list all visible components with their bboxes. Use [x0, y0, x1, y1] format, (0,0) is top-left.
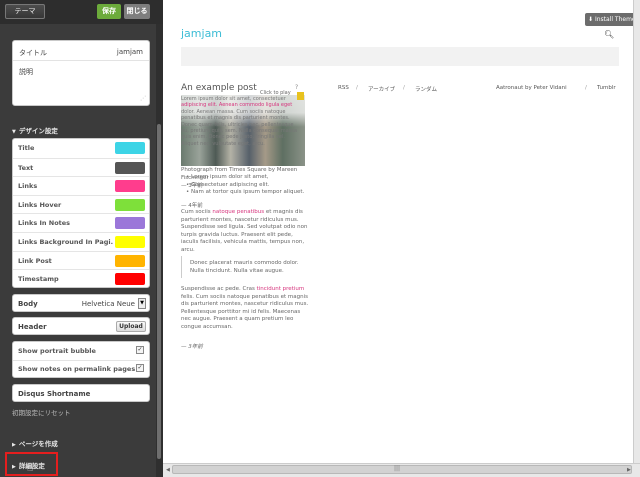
blockquote: Donec placerat mauris commodo dolor. Nul… — [190, 260, 299, 274]
color-swatch[interactable] — [115, 217, 145, 230]
color-label: Links — [18, 182, 38, 191]
body-font-select[interactable]: Helvetica Neue — [82, 300, 135, 308]
flash-badge-icon — [297, 92, 304, 100]
bullet-list: • Lorem ipsum dolor sit amet, • Consecte… — [186, 174, 311, 197]
text-line: penatibus et magnis dis parturient monte… — [181, 115, 290, 122]
design-settings-heading[interactable]: ▼ デザイン設定 — [12, 125, 58, 135]
chevron-down-icon[interactable]: ▼ — [138, 298, 146, 309]
reset-defaults-link[interactable]: 初期設定にリセット — [12, 407, 71, 417]
search-icon[interactable]: 🔍︎ — [604, 30, 614, 39]
theme-button[interactable]: テーマ — [5, 4, 45, 19]
color-row-title[interactable]: Title — [13, 139, 149, 158]
nav-separator: / — [356, 85, 358, 91]
description-field[interactable]: 説明 — [19, 67, 33, 77]
body-font-label: Body — [18, 300, 38, 308]
color-row-link-post[interactable]: Link Post — [13, 250, 149, 270]
nav-rss[interactable]: RSS — [338, 85, 349, 91]
nav-archive[interactable]: アーカイブ — [368, 85, 395, 93]
nav-random[interactable]: ランダム — [415, 85, 437, 93]
post-date[interactable]: — 3年前 — [181, 344, 309, 352]
option-label: Show portrait bubble — [18, 347, 96, 355]
close-button[interactable]: 閉じる — [124, 4, 150, 19]
color-label: Text — [18, 163, 34, 172]
options-card: Show portrait bubble ✓ Show notes on per… — [12, 341, 150, 378]
color-label: Links In Notes — [18, 219, 71, 228]
color-row-text[interactable]: Text — [13, 157, 149, 177]
color-swatch[interactable] — [115, 180, 145, 193]
color-swatch[interactable] — [115, 198, 145, 211]
post-title[interactable]: An example post — [181, 83, 257, 93]
color-swatch[interactable] — [115, 236, 145, 248]
header-label: Header — [18, 323, 47, 331]
checkbox[interactable]: ✓ — [136, 346, 144, 354]
preview-vertical-scrollbar[interactable] — [633, 0, 640, 463]
post-paragraph: Cum sociis natoque penatibus et magnis d… — [181, 209, 308, 253]
resize-grip-icon[interactable]: ⋰ — [140, 95, 146, 102]
title-field[interactable]: jamjam — [117, 48, 143, 56]
scroll-grip-icon: ||| — [394, 465, 401, 472]
credit-author[interactable]: Aatronaut by Peter Vidani — [496, 85, 567, 91]
color-label: Timestamp — [18, 275, 59, 284]
color-row-links-in-notes[interactable]: Links In Notes — [13, 213, 149, 232]
overlapping-text: Lorem ipsum dolor sit amet, consectetuer… — [181, 96, 305, 147]
color-label: Link Post — [18, 256, 52, 265]
click-to-play[interactable]: Click to play — [260, 90, 291, 96]
triangle-down-icon: ▼ — [12, 129, 16, 135]
save-button[interactable]: 保存 — [97, 4, 121, 19]
horizontal-scroll-thumb[interactable] — [172, 465, 632, 474]
color-swatch[interactable] — [115, 161, 145, 174]
option-label: Show notes on permalink pages — [18, 365, 136, 373]
color-settings-card: Title Text Links Links Hover Links In No… — [12, 138, 150, 288]
option-show-portrait-bubble[interactable]: Show portrait bubble ✓ — [13, 342, 149, 360]
color-swatch[interactable] — [115, 273, 145, 286]
text-line: adipiscing elit. Aenean commodo ligula e… — [181, 102, 293, 109]
color-row-links-background[interactable]: Links Background In Pagi... — [13, 232, 149, 251]
body-font-card: Body Helvetica Neue ▼ — [12, 294, 150, 312]
color-row-timestamp[interactable]: Timestamp — [13, 269, 149, 288]
post-paragraph: Suspendisse ac pede. Cras tincidunt pret… — [181, 286, 309, 330]
color-row-links-hover[interactable]: Links Hover — [13, 194, 149, 214]
hand-cursor-icon: ☝ — [27, 463, 34, 474]
title-description-card: タイトル jamjam 説明 ⋰ — [12, 40, 150, 106]
color-label: Links Hover — [18, 200, 62, 209]
install-theme-button[interactable]: ⬇ Install Theme — [585, 13, 637, 26]
list-item: • Consectetuer adipiscing elit. — [186, 181, 270, 188]
inline-link[interactable]: tincidunt pretium — [257, 286, 305, 292]
nav-separator: / — [403, 85, 405, 91]
scroll-left-icon[interactable]: ◀ — [166, 467, 170, 473]
disqus-shortname-field[interactable]: Disqus Shortname — [18, 390, 90, 398]
inline-link[interactable]: natoque penatibus — [212, 209, 264, 215]
list-item: • Nam at tortor quis ipsum tempor alique… — [186, 189, 305, 195]
color-swatch[interactable] — [115, 142, 145, 154]
disqus-card[interactable]: Disqus Shortname — [12, 384, 150, 402]
list-item: • Lorem ipsum dolor sit amet, — [186, 174, 269, 180]
color-label: Links Background In Pagi... — [18, 238, 113, 246]
color-row-links[interactable]: Links — [13, 176, 149, 195]
blockquote-bar — [181, 256, 182, 278]
nav-separator: / — [585, 85, 587, 91]
sidebar-toolbar: テーマ 保存 閉じる — [0, 0, 163, 24]
download-icon: ⬇ — [588, 16, 594, 23]
scroll-right-icon[interactable]: ▶ — [627, 467, 631, 473]
color-label: Title — [18, 144, 35, 152]
text-line: Aliquet nec, vulputate eget, arcu. — [181, 140, 265, 147]
checkbox[interactable]: ✓ — [136, 364, 144, 372]
credit-tumblr[interactable]: Tumblr — [597, 85, 616, 91]
header-bar — [181, 47, 619, 66]
header-image-card: Header Upload — [12, 317, 150, 335]
blog-title[interactable]: jamjam — [181, 27, 222, 40]
triangle-right-icon: ▶ — [12, 442, 16, 448]
divider — [13, 60, 149, 61]
sidebar-scroll-thumb[interactable] — [157, 124, 161, 459]
upload-button[interactable]: Upload — [116, 321, 146, 332]
create-page-heading[interactable]: ▶ ページを作成 — [12, 438, 58, 448]
color-swatch[interactable] — [115, 254, 145, 267]
help-icon[interactable]: ? — [295, 84, 298, 91]
title-label: タイトル — [19, 49, 47, 57]
option-show-notes[interactable]: Show notes on permalink pages ✓ — [13, 360, 149, 378]
